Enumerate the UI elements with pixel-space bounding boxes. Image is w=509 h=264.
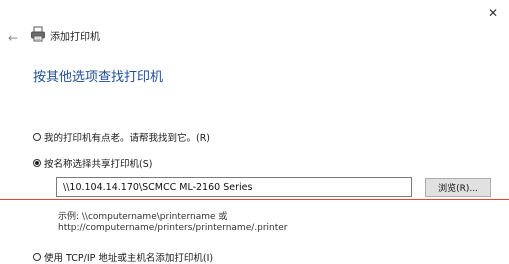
example-text-line1: 示例: \\computername\printername 或 [58,212,228,222]
radio-printer-old[interactable] [33,133,41,141]
radio-tcpip[interactable] [33,253,41,261]
back-button[interactable]: ← [8,27,22,45]
option-printer-old-label: 我的打印机有点老。请帮我找到它。(R) [44,133,211,144]
annotation-line [0,199,509,200]
add-printer-window: ✕ ← 添加打印机 按其他选项查找打印机 我的打印机有点老。请帮我找到它。(R)… [0,0,509,264]
window-title: 添加打印机 [50,32,100,43]
back-arrow-icon: ← [8,31,19,45]
option-tcpip[interactable]: 使用 TCP/IP 地址或主机名添加打印机(I) [33,250,213,264]
radio-shared-printer[interactable] [33,159,41,167]
browse-button[interactable]: 浏览(R)... [425,178,491,197]
option-shared-printer-label: 按名称选择共享打印机(S) [44,159,153,170]
close-button[interactable]: ✕ [477,0,509,26]
printer-icon [30,26,46,42]
option-printer-old[interactable]: 我的打印机有点老。请帮我找到它。(R) [33,130,210,144]
option-tcpip-label: 使用 TCP/IP 地址或主机名添加打印机(I) [44,253,214,264]
page-heading: 按其他选项查找打印机 [33,70,164,85]
close-icon: ✕ [487,6,499,20]
shared-printer-path-input[interactable] [56,177,412,197]
option-shared-printer[interactable]: 按名称选择共享打印机(S) [33,156,152,170]
example-text-line2: http://computername/printers/printername… [58,223,288,233]
